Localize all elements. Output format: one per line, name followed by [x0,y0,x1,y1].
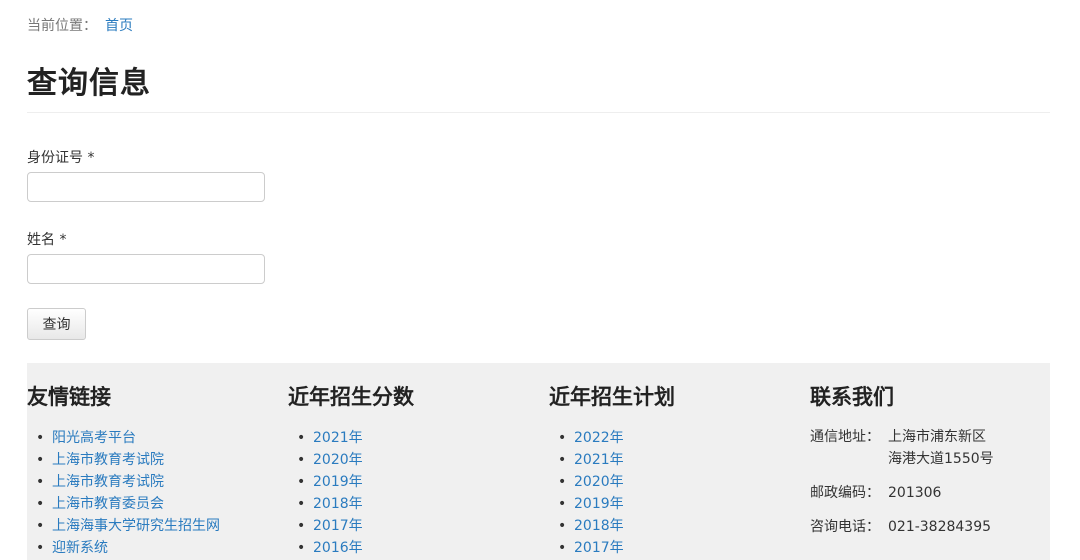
address-line-1: 上海市浦东新区 [888,429,986,445]
bullet-icon: • [36,430,45,446]
id-number-input[interactable] [27,172,265,202]
list-item: • 2021年 [288,427,363,449]
list-item: • 2017年 [288,515,363,537]
list-item: • 2022年 [549,427,624,449]
plan-year-link[interactable]: 2022年 [574,430,624,446]
breadcrumb-home-link[interactable]: 首页 [105,18,133,34]
plan-year-link[interactable]: 2020年 [574,474,624,490]
list-item: • 2020年 [288,449,363,471]
postcode-value: 201306 [888,485,942,501]
bullet-icon: • [558,474,567,490]
score-year-link[interactable]: 2016年 [313,540,363,556]
footer-link[interactable]: 上海市教育委员会 [52,496,164,512]
breadcrumb-prefix: 当前位置： [27,18,97,34]
title-divider [27,112,1050,113]
bullet-icon: • [297,518,306,534]
list-item: • 2017年 [549,537,624,559]
bullet-icon: • [558,452,567,468]
bullet-icon: • [297,540,306,556]
list-item: • 上海海事大学研究生招生网 [27,515,220,537]
list-item: • 2021年 [549,449,624,471]
score-year-link[interactable]: 2021年 [313,430,363,446]
bullet-icon: • [558,496,567,512]
footer: 友情链接 • 阳光高考平台 • 上海市教育考试院 • 上海市教育考试院 • 上海市教育委… [27,363,1050,560]
bullet-icon: • [558,518,567,534]
list-item: • 2019年 [549,493,624,515]
score-year-link[interactable]: 2020年 [313,452,363,468]
bullet-icon: • [36,452,45,468]
postcode-row: 邮政编码： 201306 [810,482,941,504]
address-row-2: 海港大道1550号 [810,448,994,470]
list-item: • 2016年 [288,537,363,559]
footer-links-title: 友情链接 [27,385,111,409]
list-item: • 上海市教育委员会 [27,493,220,515]
name-input[interactable] [27,254,265,284]
phone-row: 咨询电话： 021-38284395 [810,516,991,538]
footer-contact-title: 联系我们 [810,385,894,409]
footer-plans-list: • 2022年 • 2021年 • 2020年 • 2019年 • 2018年 • 2017… [549,427,624,559]
plan-year-link[interactable]: 2019年 [574,496,624,512]
address-label: 通信地址： [810,429,880,445]
bullet-icon: • [558,430,567,446]
page-title: 查询信息 [27,66,151,101]
footer-link[interactable]: 上海海事大学研究生招生网 [52,518,220,534]
phone-label: 咨询电话： [810,519,880,535]
plan-year-link[interactable]: 2018年 [574,518,624,534]
plan-year-link[interactable]: 2017年 [574,540,624,556]
bullet-icon: • [36,540,45,556]
list-item: • 2018年 [549,515,624,537]
list-item: • 阳光高考平台 [27,427,220,449]
score-year-link[interactable]: 2018年 [313,496,363,512]
bullet-icon: • [297,496,306,512]
plan-year-link[interactable]: 2021年 [574,452,624,468]
footer-link[interactable]: 迎新系统 [52,540,108,556]
score-year-link[interactable]: 2019年 [313,474,363,490]
footer-links-list: • 阳光高考平台 • 上海市教育考试院 • 上海市教育考试院 • 上海市教育委员会 • 上… [27,427,220,559]
footer-scores-list: • 2021年 • 2020年 • 2019年 • 2018年 • 2017年 • 2016… [288,427,363,559]
address-line-2: 海港大道1550号 [888,451,994,467]
bullet-icon: • [36,496,45,512]
bullet-icon: • [558,540,567,556]
footer-scores-title: 近年招生分数 [288,385,414,409]
bullet-icon: • [36,474,45,490]
bullet-icon: • [36,518,45,534]
name-label: 姓名 * [27,232,67,248]
address-row: 通信地址： 上海市浦东新区 [810,426,986,448]
bullet-icon: • [297,430,306,446]
list-item: • 上海市教育考试院 [27,471,220,493]
list-item: • 2019年 [288,471,363,493]
list-item: • 2020年 [549,471,624,493]
postcode-label: 邮政编码： [810,485,880,501]
phone-value: 021-38284395 [888,519,992,535]
query-button[interactable]: 查询 [27,308,86,340]
list-item: • 迎新系统 [27,537,220,559]
footer-link[interactable]: 上海市教育考试院 [52,474,164,490]
list-item: • 2018年 [288,493,363,515]
breadcrumb: 当前位置： 首页 [27,15,133,35]
footer-link[interactable]: 上海市教育考试院 [52,452,164,468]
bullet-icon: • [297,452,306,468]
list-item: • 上海市教育考试院 [27,449,220,471]
footer-link[interactable]: 阳光高考平台 [52,430,136,446]
id-number-label: 身份证号 * [27,150,95,166]
footer-plans-title: 近年招生计划 [549,385,675,409]
bullet-icon: • [297,474,306,490]
score-year-link[interactable]: 2017年 [313,518,363,534]
